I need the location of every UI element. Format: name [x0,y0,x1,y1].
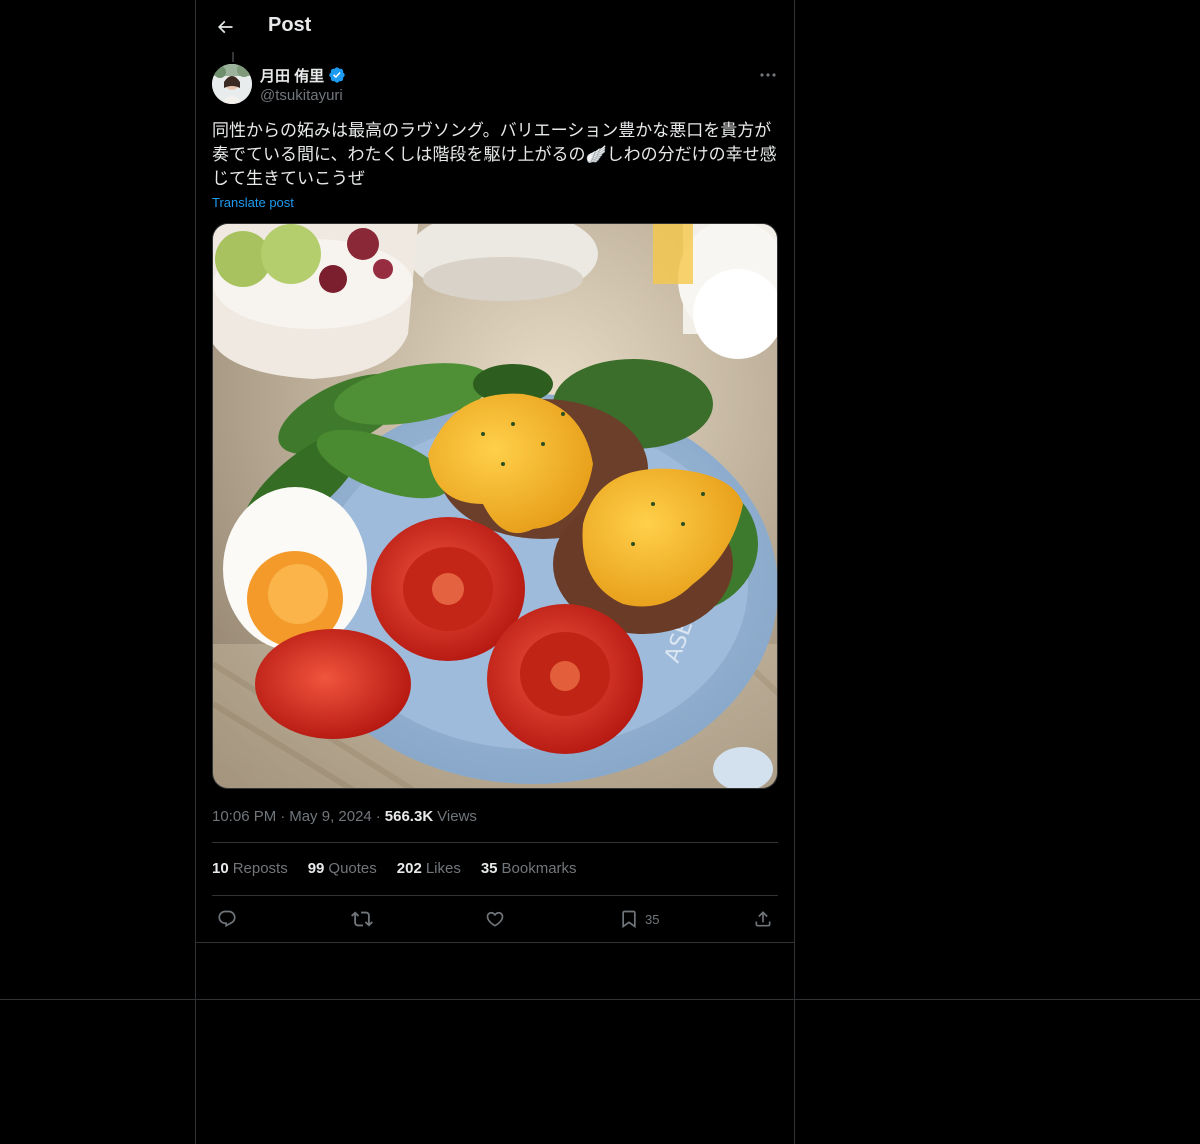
post-text: 同性からの妬みは最高のラヴソング。バリエーション豊かな悪口を貴方が奏でている間に… [212,121,777,188]
reply-button[interactable] [217,907,237,931]
bookmark-button[interactable]: 35 [619,907,659,931]
main-column: Post 月田 侑里 @tsukitayuri 同性からの妬みは最高のラヴソング… [195,0,795,1144]
share-icon [755,911,771,927]
handle[interactable]: @tsukitayuri [260,87,346,104]
views-count: 566.3K [384,808,434,825]
stat-label: Likes [425,860,461,877]
post-time[interactable]: 10:06 PM [212,808,276,825]
divider [196,942,794,943]
post-meta: 10:06 PM · May 9, 2024 · 566.3K Views [212,808,477,825]
header: Post [196,0,794,53]
back-arrow-icon [217,20,233,34]
verified-badge-icon [329,67,345,83]
post-date[interactable]: May 9, 2024 [289,808,372,825]
share-button[interactable] [753,907,773,931]
action-bar: 35 [196,896,794,942]
food-photo: ASET [213,224,777,788]
stat-label: Quotes [328,860,377,877]
avatar[interactable] [212,64,252,104]
like-button[interactable] [485,907,505,931]
stat-label: Bookmarks [501,860,577,877]
divider [212,842,778,843]
quotes-stat[interactable]: 99 Quotes [308,860,377,877]
likes-stat[interactable]: 202 Likes [397,860,461,877]
stat-count: 99 [307,860,325,877]
post-image[interactable]: ASET [212,223,778,789]
meta-separator: · [375,808,381,825]
views-label: Views [437,808,477,825]
bookmarks-stat[interactable]: 35 Bookmarks [481,860,577,877]
repost-button[interactable] [351,907,373,931]
stat-count: 10 [212,860,229,877]
like-icon [486,911,504,927]
stat-count: 202 [396,860,422,877]
stat-label: Reposts [232,860,288,877]
repost-icon [351,911,373,927]
bookmark-icon [622,910,636,929]
stat-count: 35 [480,860,498,877]
display-name[interactable]: 月田 侑里 [260,65,324,86]
bookmark-count: 35 [645,911,660,927]
meta-separator: · [280,808,286,825]
engagement-stats: 10 Reposts 99 Quotes 202 Likes 35 Bookmarks [212,860,577,877]
avatar-image [212,64,252,104]
reposts-stat[interactable]: 10 Reposts [212,860,288,877]
translate-post-link[interactable]: Translate post [212,195,294,210]
back-button[interactable] [208,10,242,44]
author-info[interactable]: 月田 侑里 @tsukitayuri [260,65,346,107]
reply-icon [218,910,236,928]
more-button[interactable] [756,64,780,86]
page-title: Post [268,14,312,36]
more-icon [760,73,776,77]
page-divider [0,999,1200,1000]
thread-line [232,52,234,62]
